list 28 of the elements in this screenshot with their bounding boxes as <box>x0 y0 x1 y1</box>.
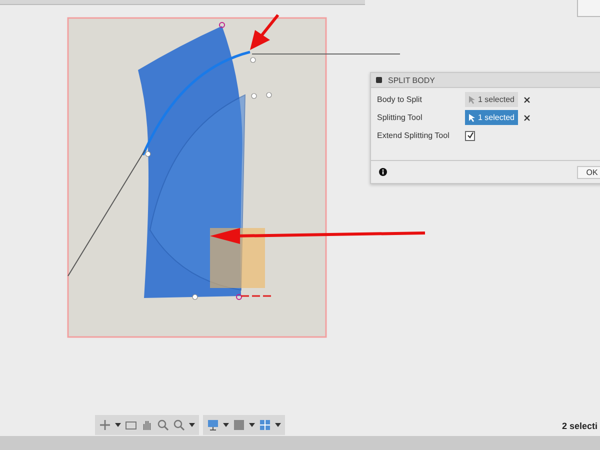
pointer-icon <box>469 96 475 104</box>
pointer-icon <box>469 114 475 122</box>
zoom-icon[interactable] <box>157 419 169 431</box>
move-icon[interactable] <box>99 419 111 431</box>
caret-icon[interactable] <box>249 423 255 427</box>
grid-icon[interactable] <box>259 419 271 431</box>
selection-button[interactable]: 1 selected <box>465 110 518 125</box>
zoom-window-icon[interactable] <box>173 419 185 431</box>
caret-icon[interactable] <box>115 423 121 427</box>
caret-icon[interactable] <box>223 423 229 427</box>
clear-icon[interactable] <box>524 114 530 120</box>
checkbox[interactable] <box>465 130 475 140</box>
field-label: Splitting Tool <box>377 113 424 122</box>
monitor-icon[interactable] <box>207 419 219 431</box>
dashed-line <box>241 295 274 297</box>
clear-icon[interactable] <box>524 96 530 102</box>
caret-icon[interactable] <box>275 423 281 427</box>
dialog-icon <box>376 77 382 83</box>
info-icon[interactable] <box>379 168 387 176</box>
selection-count: 2 selecti <box>562 421 598 431</box>
dialog-title: SPLIT BODY <box>388 76 435 84</box>
field-label: Body to Split <box>377 95 423 104</box>
field-label: Extend Splitting Tool <box>377 131 450 140</box>
highlight-rect <box>210 228 265 288</box>
selection-button[interactable]: 1 selected <box>465 92 518 107</box>
ok-button[interactable]: OK <box>577 166 600 178</box>
caret-icon[interactable] <box>189 423 195 427</box>
arrow <box>250 14 280 50</box>
